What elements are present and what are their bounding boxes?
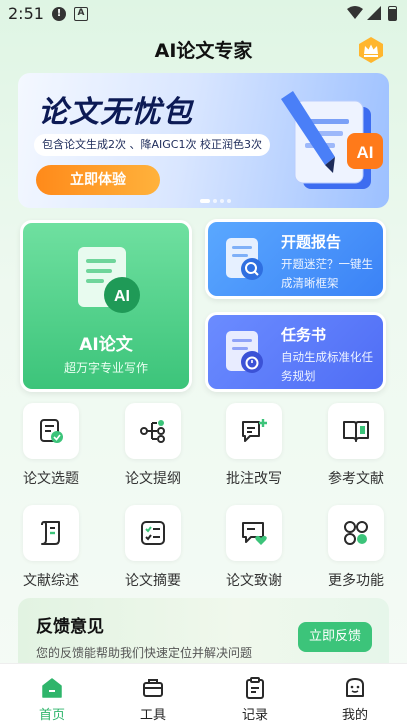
a-icon: A (74, 7, 88, 21)
home-icon (42, 678, 62, 698)
nav-label: 首页 (38, 708, 65, 723)
tool-abstract[interactable]: 论文摘要 (113, 505, 193, 605)
tool-label: 文献综述 (23, 573, 79, 589)
tool-label: 论文选题 (23, 471, 79, 487)
nav-tools[interactable]: 工具 (103, 664, 203, 725)
alert-icon: ! (52, 7, 66, 21)
tool-more-features[interactable]: 更多功能 (316, 505, 396, 605)
toolbox-icon (143, 679, 163, 697)
tool-icon-box (23, 505, 79, 561)
bottom-navigation: 首页 工具 记录 我的 (0, 663, 407, 725)
page-dot (227, 199, 231, 203)
tool-label: 论文摘要 (125, 573, 181, 589)
document-pen-illustration: AI (281, 91, 383, 189)
page-dot (213, 199, 217, 203)
ai-paper-title: AI论文 (79, 335, 133, 355)
open-book-icon (343, 421, 369, 442)
banner-pagination (200, 199, 231, 203)
grid-more-icon (344, 521, 368, 545)
crown-icon[interactable] (357, 36, 385, 64)
status-time: 2:51 (8, 4, 44, 23)
page-dot (200, 199, 210, 203)
tool-icon-box (125, 505, 181, 561)
banner-description: 包含论文生成2次 、降AIGC1次 校正润色3次 (34, 134, 270, 156)
app-title: AI论文专家 (154, 40, 253, 62)
outline-tree-icon (140, 420, 165, 443)
nav-label: 我的 (341, 708, 368, 723)
tool-references[interactable]: 参考文献 (316, 403, 396, 503)
try-now-button[interactable]: 立即体验 (36, 165, 160, 195)
ai-card-badge: AI (114, 288, 130, 305)
tool-label: 论文致谢 (226, 573, 282, 589)
nav-records[interactable]: 记录 (205, 664, 305, 725)
promo-banner[interactable]: 论文无忧包 包含论文生成2次 、降AIGC1次 校正润色3次 立即体验 AI (18, 73, 389, 208)
page-dot (220, 199, 224, 203)
ai-paper-subtitle: 超万字专业写作 (63, 361, 148, 375)
tool-literature-review[interactable]: 文献综述 (11, 505, 91, 605)
tool-annotate-rewrite[interactable]: 批注改写 (214, 403, 294, 503)
nav-profile[interactable]: 我的 (305, 664, 405, 725)
scroll-icon (41, 521, 60, 545)
timer-doc-icon (226, 331, 263, 373)
heart-message-icon (242, 522, 267, 545)
tool-icon-box (328, 505, 384, 561)
tool-paper-outline[interactable]: 论文提纲 (113, 403, 193, 503)
banner-title: 论文无忧包 (38, 95, 193, 130)
signal-icon (367, 6, 381, 20)
feedback-now-button[interactable]: 立即反馈 (298, 622, 372, 652)
comment-add-icon (242, 419, 267, 442)
tool-label: 参考文献 (328, 471, 384, 487)
tool-icon-box (125, 403, 181, 459)
nav-label: 工具 (139, 708, 166, 723)
nav-home[interactable]: 首页 (2, 664, 102, 725)
proposal-report-card[interactable]: 开题报告 开题迷茫？一键生成清晰框架 (205, 219, 386, 299)
ai-document-icon: AI (78, 247, 140, 313)
wifi-icon (347, 6, 363, 19)
nav-label: 记录 (241, 708, 268, 723)
tool-icon-box (328, 403, 384, 459)
tool-icon-box (23, 403, 79, 459)
task-book-card[interactable]: 任务书 自动生成标准化任务规划 (205, 312, 386, 392)
task-book-subtitle: 自动生成标准化任务规划 (281, 350, 373, 383)
tool-icon-box (226, 403, 282, 459)
proposal-title: 开题报告 (281, 233, 342, 251)
tool-paper-topic[interactable]: 论文选题 (11, 403, 91, 503)
tool-label: 批注改写 (226, 471, 282, 487)
battery-icon (388, 6, 397, 21)
checklist-icon (141, 521, 165, 545)
tool-acknowledgement[interactable]: 论文致谢 (214, 505, 294, 605)
proposal-subtitle: 开题迷茫？一键生成清晰框架 (281, 257, 373, 290)
tool-label: 论文提纲 (125, 471, 181, 487)
tool-icon-box (226, 505, 282, 561)
status-bar: 2:51 ! A (0, 0, 407, 30)
profile-icon (346, 678, 364, 697)
task-book-title: 任务书 (281, 326, 327, 344)
feedback-title: 反馈意见 (36, 617, 104, 637)
banner-ai-badge: AI (357, 143, 374, 162)
tool-label: 更多功能 (328, 573, 384, 589)
ai-paper-card[interactable]: AI AI论文 超万字专业写作 (20, 220, 192, 392)
search-doc-icon (226, 238, 263, 280)
clipboard-icon (246, 677, 264, 699)
feedback-description: 您的反馈能帮助我们快速定位并解决问题 (36, 646, 253, 660)
doc-check-icon (40, 419, 63, 443)
